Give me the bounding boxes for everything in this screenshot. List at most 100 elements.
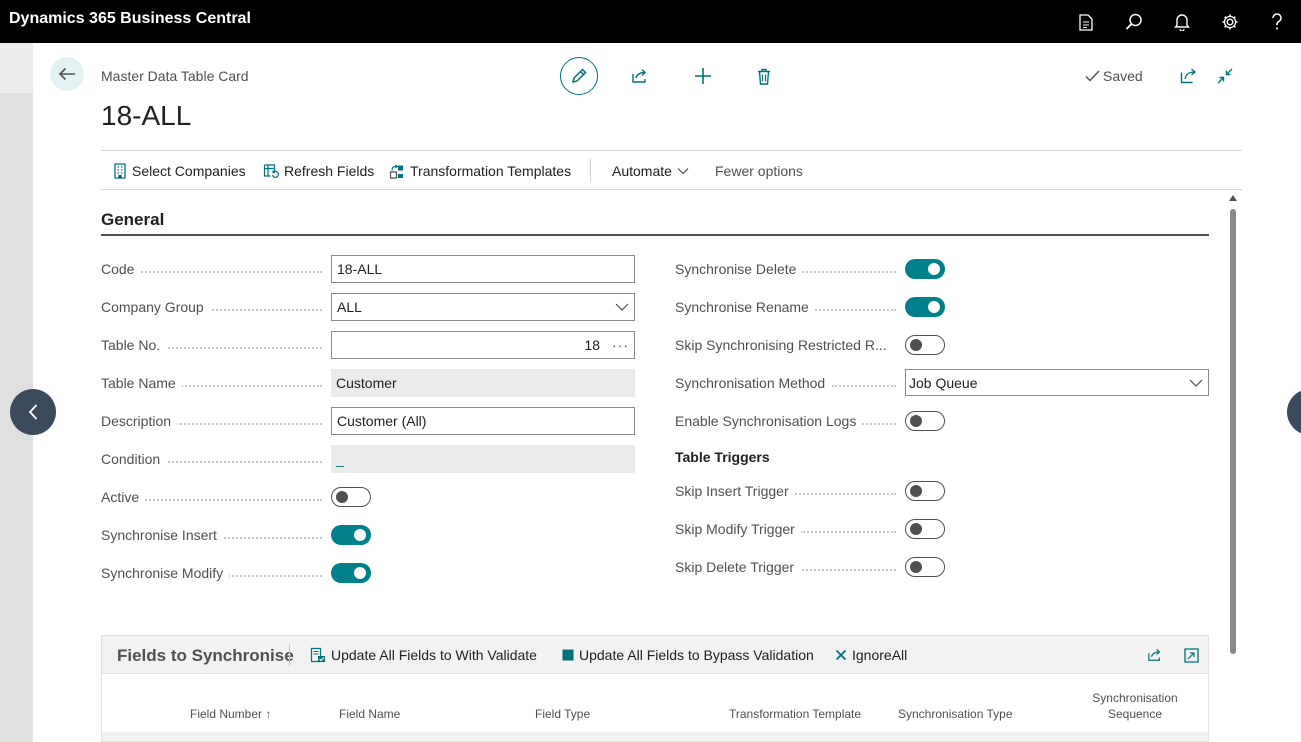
refresh-table-icon — [263, 164, 279, 178]
building-icon — [114, 163, 126, 179]
description-field[interactable]: Customer (All) — [331, 407, 635, 435]
transformation-templates-action[interactable]: Transformation Templates — [389, 163, 571, 179]
fields-grid-header: Field Number ↑ Field Name Field Type Tra… — [102, 674, 1208, 732]
fields-to-synchronise-part: Fields to Synchronise Update All Fields … — [101, 635, 1209, 742]
chevron-down-icon — [677, 168, 689, 175]
table-no-label: Table No. — [101, 335, 167, 355]
delete-button[interactable] — [752, 65, 776, 87]
table-name-label: Table Name — [101, 373, 182, 393]
open-new-window-button[interactable] — [1176, 65, 1200, 87]
chevron-down-icon — [615, 303, 629, 311]
top-bar: Dynamics 365 Business Central — [0, 0, 1301, 43]
previous-record-button[interactable] — [10, 389, 56, 435]
company-group-value: ALL — [337, 299, 362, 315]
column-sync-type[interactable]: Synchronisation Type — [898, 707, 1013, 721]
condition-label: Condition — [101, 449, 167, 469]
general-heading: General — [101, 210, 165, 229]
sync-delete-toggle[interactable] — [905, 259, 945, 279]
search-icon[interactable] — [1120, 8, 1148, 36]
active-toggle[interactable] — [331, 487, 371, 507]
skip-insert-trigger-toggle[interactable] — [905, 481, 945, 501]
app-title: Dynamics 365 Business Central — [9, 10, 251, 27]
automate-label: Automate — [612, 163, 672, 179]
table-name-field: Customer — [331, 369, 635, 397]
fewer-options-button[interactable]: Fewer options — [715, 163, 803, 179]
refresh-fields-label: Refresh Fields — [284, 163, 375, 179]
ignore-all-action[interactable]: IgnoreAll — [835, 647, 907, 663]
share-icon — [1148, 648, 1161, 661]
action-bar: Select Companies Refresh Fields Transfor… — [101, 150, 1242, 190]
collapse-icon — [1217, 68, 1233, 84]
fields-part-separator — [289, 644, 290, 666]
company-group-label: Company Group — [101, 297, 210, 317]
skip-modify-trigger-label: Skip Modify Trigger — [675, 519, 801, 539]
column-transformation-template[interactable]: Transformation Template — [729, 707, 861, 721]
trash-icon — [758, 68, 770, 85]
column-field-number[interactable]: Field Number ↑ — [190, 707, 271, 721]
enable-logs-label: Enable Synchronisation Logs — [675, 411, 863, 431]
ignore-all-label: IgnoreAll — [852, 647, 908, 663]
sync-rename-label: Synchronise Rename — [675, 297, 815, 317]
fields-expand-button[interactable] — [1181, 645, 1201, 665]
condition-field[interactable]: _ — [331, 445, 635, 473]
back-button[interactable] — [50, 57, 84, 91]
sync-delete-label: Synchronise Delete — [675, 259, 803, 279]
arrow-left-icon — [58, 67, 75, 81]
select-companies-action[interactable]: Select Companies — [113, 163, 246, 179]
chevron-down-icon — [1189, 379, 1203, 387]
plus-icon — [695, 68, 711, 84]
column-field-name[interactable]: Field Name — [339, 707, 400, 721]
fields-part-title[interactable]: Fields to Synchronise — [117, 646, 294, 666]
code-label: Code — [101, 259, 141, 279]
checkmark-icon — [1085, 70, 1100, 82]
sync-modify-toggle[interactable] — [331, 563, 371, 583]
saved-status: Saved — [1085, 68, 1143, 84]
sync-insert-toggle[interactable] — [331, 525, 371, 545]
active-label: Active — [101, 487, 146, 507]
company-group-select[interactable]: ALL — [331, 293, 635, 321]
close-icon — [835, 649, 847, 661]
skip-insert-trigger-label: Skip Insert Trigger — [675, 481, 795, 501]
skip-delete-trigger-toggle[interactable] — [905, 557, 945, 577]
update-with-validate-label: Update All Fields to With Validate — [331, 647, 537, 663]
general-divider — [101, 234, 1209, 236]
table-no-value: 18 — [584, 337, 600, 353]
scroll-up-icon — [1229, 195, 1237, 201]
enable-logs-toggle[interactable] — [905, 411, 945, 431]
refresh-fields-action[interactable]: Refresh Fields — [263, 163, 374, 179]
sort-ascending-icon: ↑ — [265, 707, 272, 721]
page-title: 18-ALL — [101, 100, 192, 131]
skip-modify-trigger-toggle[interactable] — [905, 519, 945, 539]
update-bypass-action[interactable]: Update All Fields to Bypass Validation — [562, 647, 814, 663]
table-no-field[interactable]: 18 ··· — [331, 331, 635, 359]
update-with-validate-action[interactable]: Update All Fields to With Validate — [310, 647, 537, 663]
sync-method-select[interactable]: Job Queue — [905, 369, 1209, 396]
new-button[interactable] — [691, 65, 715, 87]
scrollbar-thumb[interactable] — [1230, 209, 1236, 654]
skip-delete-trigger-label: Skip Delete Trigger — [675, 557, 801, 577]
update-bypass-label: Update All Fields to Bypass Validation — [579, 647, 814, 663]
column-field-type[interactable]: Field Type — [535, 707, 590, 721]
page-scrollbar[interactable] — [1227, 193, 1239, 742]
help-icon[interactable] — [1263, 8, 1291, 36]
code-field[interactable]: 18-ALL — [331, 255, 635, 283]
expand-icon — [1183, 647, 1199, 663]
transformation-templates-label: Transformation Templates — [410, 163, 572, 179]
gear-icon[interactable] — [1216, 8, 1244, 36]
fields-share-button[interactable] — [1145, 645, 1165, 665]
sync-modify-label: Synchronise Modify — [101, 563, 230, 583]
sync-rename-toggle[interactable] — [905, 297, 945, 317]
column-sync-sequence[interactable]: Synchronisation Sequence — [1092, 691, 1178, 721]
skip-restricted-label: Skip Synchronising Restricted R... — [675, 335, 893, 355]
edit-button[interactable] — [560, 57, 598, 95]
action-separator — [590, 159, 591, 183]
automate-menu[interactable]: Automate — [612, 163, 689, 179]
bell-icon[interactable] — [1168, 8, 1196, 36]
document-icon[interactable] — [1072, 8, 1100, 36]
skip-restricted-toggle[interactable] — [905, 335, 945, 355]
collapse-button[interactable] — [1213, 65, 1237, 87]
lookup-ellipsis-icon[interactable]: ··· — [612, 337, 629, 353]
transform-icon — [389, 164, 403, 179]
open-in-new-icon — [1180, 68, 1196, 84]
share-button[interactable] — [628, 65, 652, 87]
